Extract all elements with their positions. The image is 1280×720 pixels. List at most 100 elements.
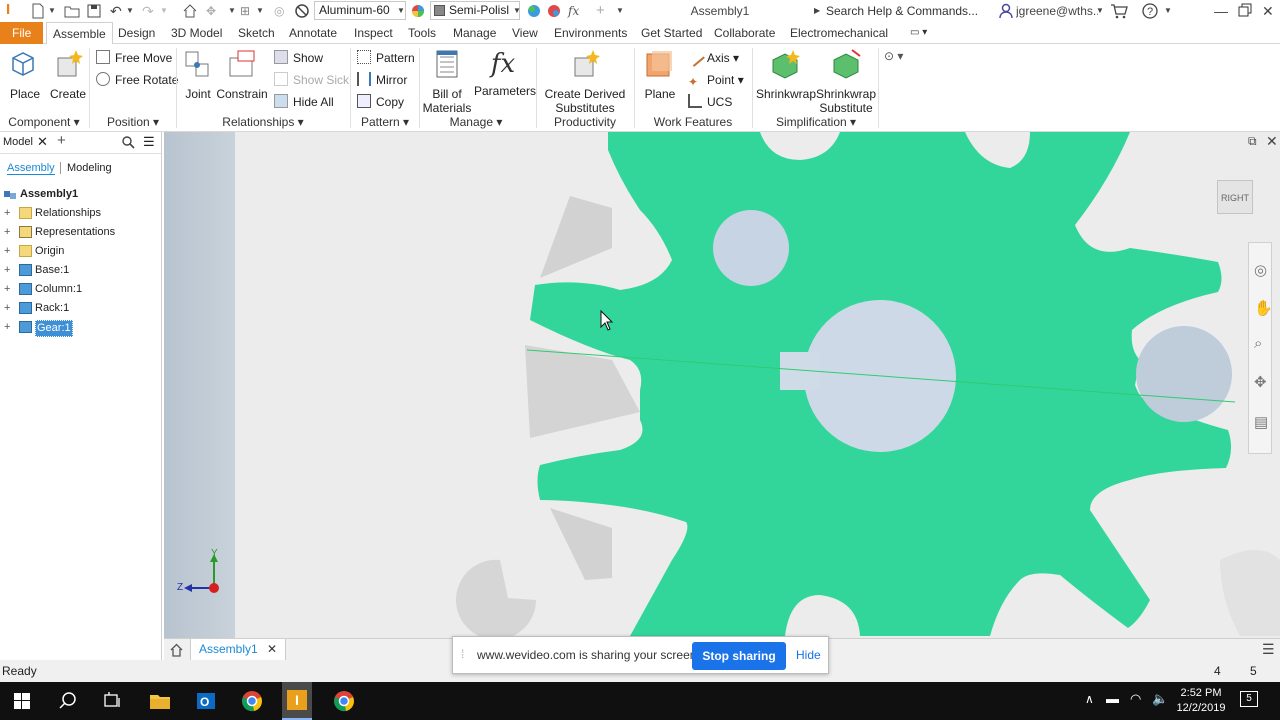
free-rotate-button[interactable]: Free Rotate	[96, 70, 178, 90]
user-dropdown-icon[interactable]: ▼	[1096, 3, 1104, 19]
appearance-combo[interactable]: Semi-Polisl	[430, 1, 520, 20]
tree-root[interactable]: Assembly1	[0, 185, 160, 204]
search-input[interactable]: Search Help & Commands...	[826, 3, 992, 19]
browser-tab-assembly[interactable]: Assembly	[7, 162, 55, 175]
component-group-label[interactable]: Component ▾	[0, 114, 88, 130]
browser-search-icon[interactable]	[122, 136, 135, 149]
expand-icon[interactable]: +	[4, 280, 13, 299]
user-account[interactable]: jgreene@wths...	[1016, 3, 1098, 19]
shrinkwrap-button[interactable]: Shrinkwrap	[756, 48, 816, 101]
copy-button[interactable]: Copy	[357, 92, 404, 112]
minimize-icon[interactable]: —	[1214, 3, 1228, 19]
help-icon[interactable]: ?	[1142, 3, 1158, 19]
tree-item-relationships[interactable]: + Relationships	[0, 204, 160, 223]
viewport-close-icon[interactable]: ✕	[1266, 133, 1278, 150]
plane-button[interactable]: Plane	[640, 48, 680, 101]
hide-all-button[interactable]: Hide All	[274, 92, 334, 112]
axis-button[interactable]: Axis ▾	[685, 47, 739, 68]
ucs-button[interactable]: UCS	[688, 92, 732, 112]
expand-icon[interactable]: +	[4, 242, 13, 261]
new-file-icon[interactable]	[30, 3, 46, 19]
show-hidden-icons-icon[interactable]: ∧	[1085, 692, 1094, 706]
browser-close-icon[interactable]: ✕	[37, 134, 48, 150]
tab-electromechanical[interactable]: Electromechanical	[790, 22, 888, 44]
home-tab-icon[interactable]	[169, 642, 184, 657]
outlook-icon[interactable]: O	[194, 689, 218, 713]
file-explorer-icon[interactable]	[148, 689, 172, 713]
expand-icon[interactable]: +	[4, 223, 13, 242]
open-icon[interactable]	[64, 3, 80, 19]
show-button[interactable]: Show	[274, 48, 323, 68]
ribbon-options-icon[interactable]: ▭ ▾	[910, 22, 927, 44]
tab-environments[interactable]: Environments	[554, 22, 627, 44]
tab-collaborate[interactable]: Collaborate	[714, 22, 775, 44]
redo-dropdown-icon[interactable]: ▼	[160, 3, 168, 19]
tab-manage[interactable]: Manage	[453, 22, 496, 44]
tree-item-representations[interactable]: + Representations	[0, 223, 160, 242]
add-icon[interactable]: +	[596, 3, 605, 19]
wifi-icon[interactable]: ◠	[1130, 691, 1141, 707]
pattern-button[interactable]: Pattern	[357, 48, 415, 68]
task-view-icon[interactable]	[100, 689, 124, 713]
create-derived-substitutes-button[interactable]: Create Derived Substitutes	[540, 48, 630, 115]
ribbon-extra-icon[interactable]: ⊙ ▾	[884, 46, 903, 66]
inventor-taskbar-button[interactable]: I	[282, 682, 312, 720]
tree-item-base[interactable]: + Base:1	[0, 261, 160, 280]
tree-item-gear[interactable]: + Gear:1	[0, 318, 160, 337]
tab-inspect[interactable]: Inspect	[354, 22, 393, 44]
network-device-icon[interactable]: ▬	[1106, 691, 1119, 706]
expand-icon[interactable]: +	[4, 204, 13, 223]
clear-appearance-icon[interactable]	[546, 3, 562, 19]
model-canvas[interactable]	[164, 132, 1280, 638]
close-icon[interactable]: ✕	[1262, 3, 1274, 19]
pan-icon[interactable]: ✋	[1254, 299, 1273, 317]
restore-icon[interactable]	[1238, 3, 1252, 19]
document-tab[interactable]: Assembly1 ✕	[190, 639, 287, 661]
parameters-button[interactable]: fx Parameters	[474, 48, 536, 98]
undo-dropdown-icon[interactable]: ▼	[126, 3, 134, 19]
document-menu-icon[interactable]: ☰	[1262, 641, 1275, 658]
chrome-icon[interactable]	[240, 689, 264, 713]
adjust-color-icon[interactable]	[526, 3, 542, 19]
taskbar-clock[interactable]: 2:52 PM 12/2/2019	[1172, 686, 1230, 716]
volume-icon[interactable]: 🔈	[1152, 691, 1168, 707]
expand-icon[interactable]: +	[4, 318, 13, 337]
simplification-group-label[interactable]: Simplification ▾	[754, 114, 878, 130]
show-sick-button[interactable]: Show Sick	[274, 70, 349, 90]
place-button[interactable]: Place	[4, 48, 46, 101]
chrome-icon[interactable]	[332, 689, 356, 713]
fx-icon[interactable]: fx	[568, 3, 579, 19]
position-group-label[interactable]: Position ▾	[90, 114, 176, 130]
select-icon[interactable]: ✥	[206, 3, 216, 19]
tab-3d-model[interactable]: 3D Model	[171, 22, 222, 44]
expand-icon[interactable]: +	[4, 299, 13, 318]
material-dropdown-icon[interactable]: ▼	[397, 3, 405, 19]
expand-icon[interactable]: +	[4, 261, 13, 280]
tab-annotate[interactable]: Annotate	[289, 22, 337, 44]
manage-group-label[interactable]: Manage ▾	[420, 114, 532, 130]
user-icon[interactable]	[998, 3, 1014, 19]
tab-sketch[interactable]: Sketch	[238, 22, 275, 44]
home-icon[interactable]	[182, 3, 198, 19]
hide-button[interactable]: Hide	[796, 648, 821, 662]
joint-button[interactable]: Joint	[180, 48, 216, 101]
viewcube[interactable]: RIGHT	[1217, 180, 1253, 214]
tab-design[interactable]: Design	[118, 22, 155, 44]
tree-item-rack[interactable]: + Rack:1	[0, 299, 160, 318]
steering-wheel-icon[interactable]: ◎	[1254, 261, 1267, 279]
search-icon[interactable]	[56, 689, 80, 713]
orbit-icon[interactable]: ✥	[1254, 373, 1267, 391]
constrain-button[interactable]: Constrain	[216, 48, 268, 101]
sketch-icon[interactable]: ◎	[274, 3, 284, 19]
new-dropdown-icon[interactable]: ▼	[48, 3, 56, 19]
notifications-icon[interactable]: 5	[1240, 691, 1258, 707]
tab-get-started[interactable]: Get Started	[641, 22, 702, 44]
browser-add-icon[interactable]: +	[57, 132, 66, 149]
create-button[interactable]: Create	[48, 48, 88, 101]
mirror-button[interactable]: Mirror	[357, 70, 407, 90]
browser-menu-icon[interactable]: ☰	[143, 134, 155, 150]
save-icon[interactable]	[86, 3, 102, 19]
undo-icon[interactable]: ↶	[110, 3, 122, 19]
tab-file[interactable]: File	[0, 22, 44, 44]
drag-handle-icon[interactable]: ⁞	[461, 647, 464, 661]
